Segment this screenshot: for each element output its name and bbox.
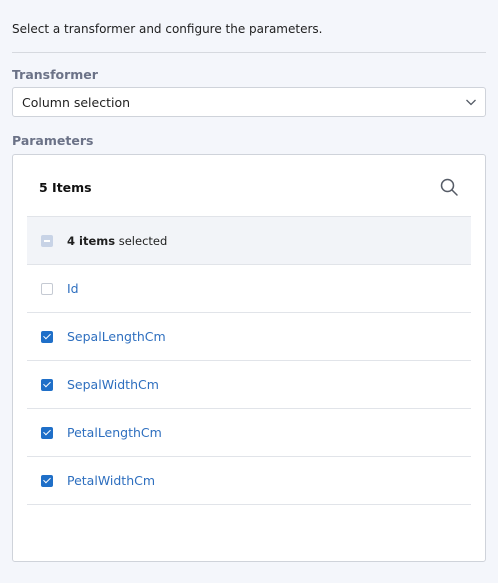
selected-suffix: selected bbox=[115, 233, 168, 248]
select-all-checkbox[interactable] bbox=[41, 234, 53, 247]
parameters-panel: 5 Items 4 items selected Id SepalLengthC… bbox=[12, 154, 486, 562]
item-checkbox[interactable] bbox=[41, 330, 53, 343]
list-item[interactable]: PetalWidthCm bbox=[27, 457, 471, 505]
item-checkbox[interactable] bbox=[41, 378, 53, 391]
item-label: PetalWidthCm bbox=[67, 473, 156, 488]
item-checkbox[interactable] bbox=[41, 426, 53, 439]
item-checkbox[interactable] bbox=[41, 282, 53, 295]
divider bbox=[12, 52, 486, 53]
selected-count: 4 items bbox=[67, 233, 116, 248]
transformer-config-page: Select a transformer and configure the p… bbox=[0, 0, 498, 583]
list-item[interactable]: SepalLengthCm bbox=[27, 313, 471, 361]
selected-count-text: 4 items selected bbox=[67, 234, 167, 248]
item-label: PetalLengthCm bbox=[67, 425, 162, 440]
transformer-select-value: Column selection bbox=[22, 94, 131, 110]
item-checkbox[interactable] bbox=[41, 474, 53, 487]
list-item[interactable]: SepalWidthCm bbox=[27, 361, 471, 409]
item-label: SepalWidthCm bbox=[67, 377, 159, 392]
item-label: Id bbox=[67, 281, 79, 296]
transformer-select[interactable]: Column selection bbox=[12, 87, 486, 117]
instruction-text: Select a transformer and configure the p… bbox=[12, 22, 323, 36]
parameters-label: Parameters bbox=[12, 133, 94, 148]
parameters-header: 5 Items bbox=[27, 155, 471, 217]
list-item[interactable]: PetalLengthCm bbox=[27, 409, 471, 457]
items-count: 5 Items bbox=[39, 180, 92, 195]
chevron-down-icon bbox=[466, 99, 476, 106]
item-label: SepalLengthCm bbox=[67, 329, 166, 344]
select-all-row[interactable]: 4 items selected bbox=[27, 217, 471, 265]
list-item[interactable]: Id bbox=[27, 265, 471, 313]
search-icon[interactable] bbox=[439, 177, 459, 197]
transformer-label: Transformer bbox=[12, 67, 98, 82]
